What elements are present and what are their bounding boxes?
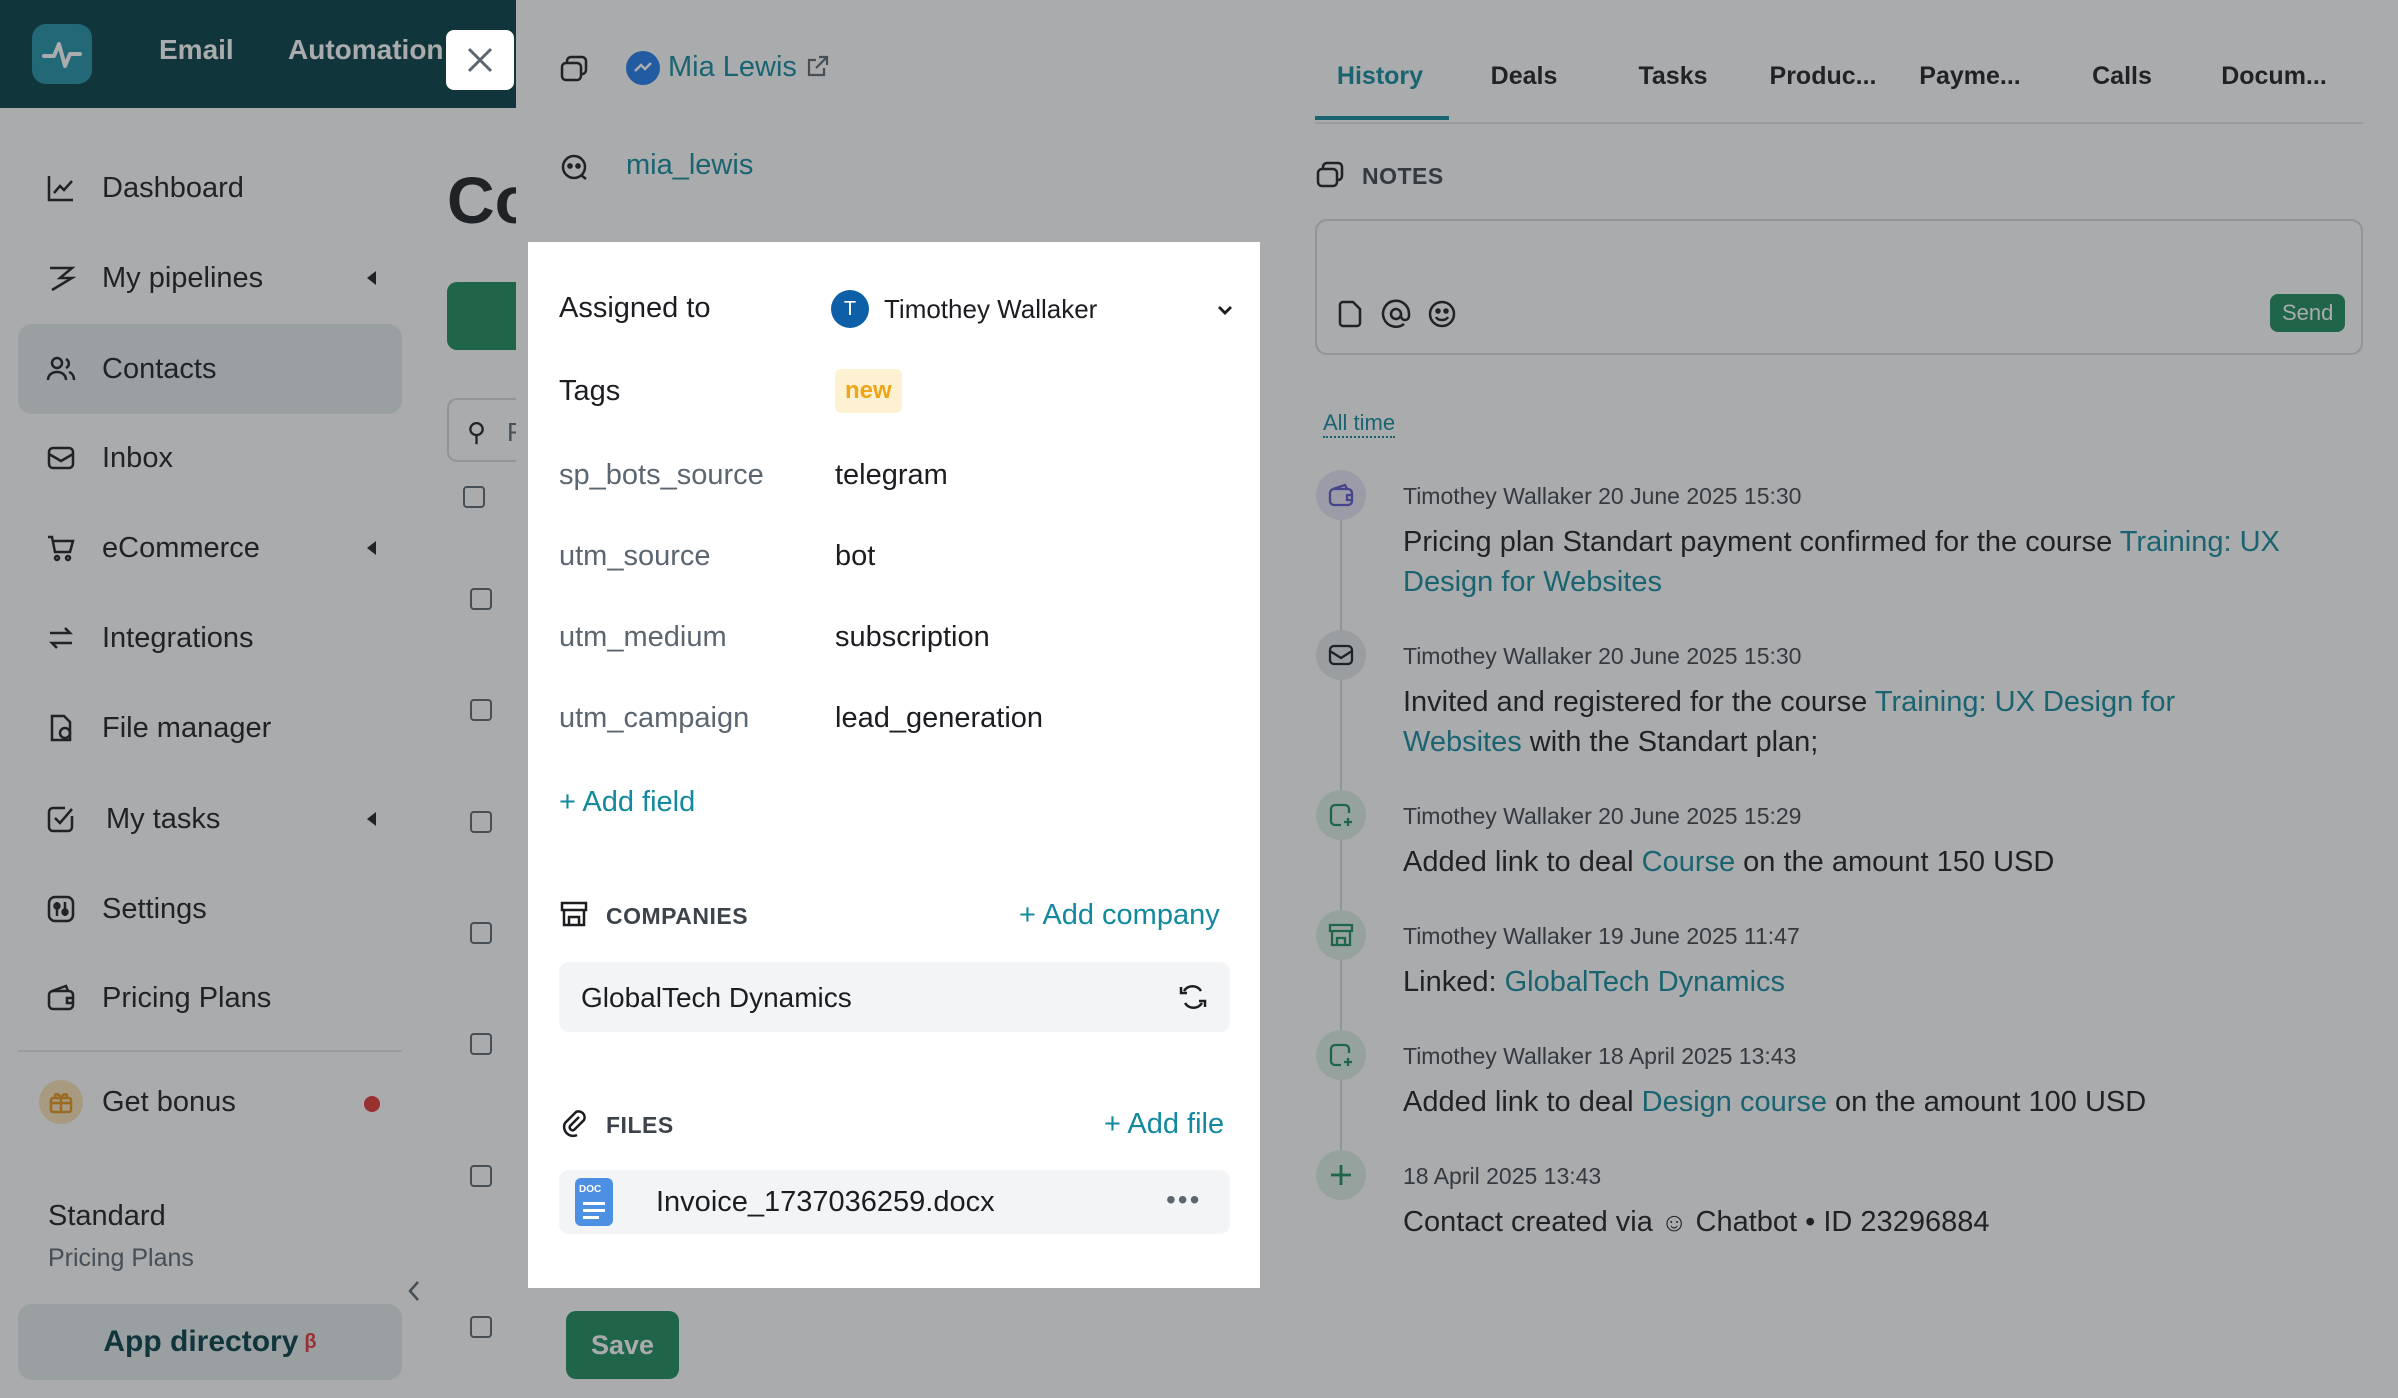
assigned-select[interactable]: T Timothey Wallaker [823, 276, 1251, 342]
field-label: utm_campaign [559, 702, 750, 734]
dim-overlay [1260, 242, 1272, 1288]
dim-overlay [516, 1288, 1272, 1398]
company-card[interactable]: GlobalTech Dynamics [559, 962, 1230, 1032]
field-label: utm_medium [559, 621, 727, 653]
dim-overlay [516, 242, 528, 1288]
field-value[interactable]: lead_generation [835, 702, 1043, 735]
field-label: utm_source [559, 540, 711, 572]
files-title: FILES [606, 1112, 674, 1138]
more-options-icon[interactable]: ••• [1166, 1184, 1201, 1216]
close-button[interactable] [446, 30, 514, 90]
file-row[interactable]: DOC Invoice_1737036259.docx ••• [559, 1170, 1230, 1234]
file-type-label: DOC [579, 1184, 602, 1195]
tag-badge[interactable]: new [835, 369, 902, 413]
dim-overlay [516, 0, 1272, 242]
file-name: Invoice_1737036259.docx [656, 1186, 995, 1218]
add-file-button[interactable]: + Add file [1104, 1108, 1224, 1141]
close-icon [467, 47, 493, 73]
avatar: T [831, 290, 869, 328]
field-value[interactable]: bot [835, 540, 875, 573]
companies-title: COMPANIES [606, 903, 749, 929]
paperclip-icon [559, 1108, 589, 1143]
docx-file-icon: DOC [575, 1178, 613, 1226]
field-value[interactable]: telegram [835, 459, 948, 492]
add-field-button[interactable]: + Add field [559, 786, 695, 819]
assigned-value: Timothey Wallaker [884, 294, 1098, 324]
tags-label: Tags [559, 375, 621, 407]
company-name: GlobalTech Dynamics [581, 982, 852, 1013]
field-value[interactable]: subscription [835, 621, 990, 654]
add-company-button[interactable]: + Add company [1019, 899, 1220, 932]
company-icon [559, 899, 589, 934]
assigned-label: Assigned to [559, 292, 711, 324]
field-label: sp_bots_source [559, 459, 764, 491]
unlink-icon[interactable] [1177, 981, 1209, 1018]
dim-overlay [1272, 0, 2398, 1398]
chevron-down-icon [1213, 298, 1237, 327]
